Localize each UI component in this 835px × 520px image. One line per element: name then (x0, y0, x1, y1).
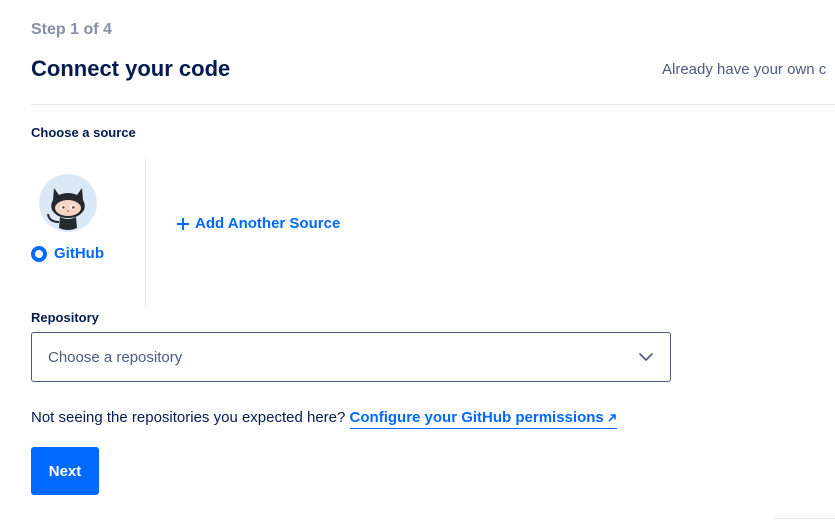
external-link-icon (608, 414, 616, 422)
plus-icon (177, 217, 189, 230)
corner-divider (774, 518, 835, 519)
chevron-down-icon (639, 353, 653, 361)
github-radio[interactable] (31, 246, 47, 262)
next-button[interactable]: Next (31, 447, 99, 495)
repository-select[interactable]: Choose a repository (31, 332, 671, 382)
github-source-label: GitHub (54, 245, 104, 262)
step-indicator: Step 1 of 4 (31, 21, 112, 38)
choose-source-label: Choose a source (31, 125, 136, 140)
source-separator (145, 159, 146, 307)
repository-placeholder: Choose a repository (48, 348, 183, 366)
add-another-source-button[interactable]: Add Another Source (177, 215, 340, 232)
add-another-source-label: Add Another Source (195, 215, 341, 232)
page-title: Connect your code (31, 56, 231, 81)
source-option-github[interactable]: GitHub (31, 160, 145, 306)
configure-permissions-link[interactable]: Configure your GitHub permissions (349, 409, 617, 429)
already-have-link[interactable]: Already have your own c (662, 61, 826, 78)
header-divider (31, 104, 835, 105)
permissions-help: Not seeing the repositories you expected… (31, 409, 617, 429)
permissions-help-text: Not seeing the repositories you expected… (31, 409, 346, 426)
github-octocat-icon (39, 174, 97, 232)
configure-permissions-label: Configure your GitHub permissions (349, 409, 604, 426)
repository-label: Repository (31, 310, 99, 325)
